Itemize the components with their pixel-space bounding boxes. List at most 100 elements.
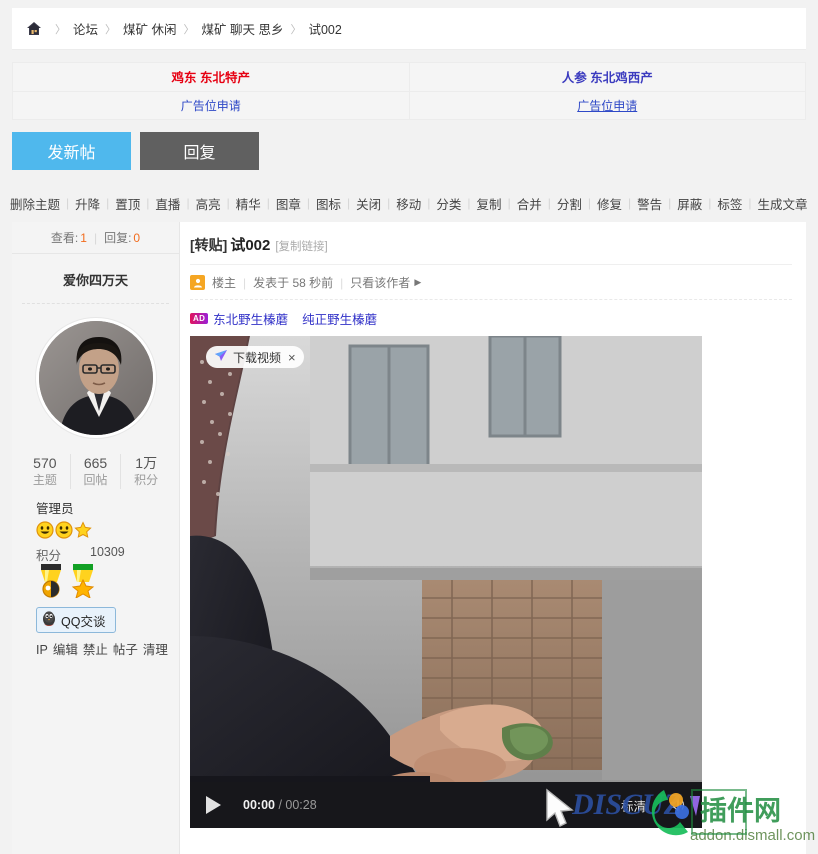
count-replies-value: 665 xyxy=(83,455,108,471)
ad-left-apply-link[interactable]: 广告位申请 xyxy=(181,97,241,114)
admin-action-14[interactable]: 修复 xyxy=(597,194,622,213)
author-op-1[interactable]: 编辑 xyxy=(53,643,78,657)
forum-thread-page: 〉 论坛 〉 煤矿 休闲 〉 煤矿 聊天 思乡 〉 试002 鸡东 东北特产 广… xyxy=(0,0,818,854)
stats-divider: | xyxy=(93,230,98,245)
download-video-pill[interactable]: 下载视频 × xyxy=(206,346,304,368)
copy-link-button[interactable]: [复制链接] xyxy=(275,241,327,253)
reply-button[interactable]: 回复 xyxy=(140,132,259,170)
author-op-0[interactable]: IP xyxy=(36,643,48,657)
admin-action-2[interactable]: 置顶 xyxy=(115,194,140,213)
author-op-4[interactable]: 清理 xyxy=(143,643,168,657)
admin-action-11[interactable]: 复制 xyxy=(477,194,502,213)
breadcrumb: 〉 论坛 〉 煤矿 休闲 〉 煤矿 聊天 思乡 〉 试002 xyxy=(12,8,806,50)
admin-action-18[interactable]: 生成文章 xyxy=(758,194,808,213)
admin-separator: | xyxy=(748,196,752,210)
admin-separator: | xyxy=(507,196,511,210)
author-sidebar: 查看: 1 | 回复: 0 爱你四万天 570 主题 665 回帖 1万 积分 … xyxy=(12,222,180,854)
play-icon[interactable] xyxy=(206,796,221,814)
admin-action-17[interactable]: 标签 xyxy=(717,194,742,213)
author-role: 管理员 xyxy=(36,502,74,516)
rank-badges xyxy=(36,520,179,542)
admin-action-10[interactable]: 分类 xyxy=(436,194,461,213)
admin-action-12[interactable]: 合并 xyxy=(517,194,542,213)
meta-separator-2: | xyxy=(340,275,344,290)
post-meta: 楼主 | 发表于 58 秒前 | 只看该作者 ▶ xyxy=(190,265,792,300)
action-buttons: 发新帖 回复 xyxy=(12,132,259,170)
admin-separator: | xyxy=(266,196,270,210)
qq-penguin-icon xyxy=(41,610,57,630)
home-icon[interactable] xyxy=(26,21,42,36)
download-video-label: 下载视频 xyxy=(233,350,282,365)
ad-banner-table: 鸡东 东北特产 广告位申请 人参 东北鸡西产 广告位申请 xyxy=(12,62,806,120)
admin-toolbar: 删除主题 | 升降 | 置顶 | 直播 | 高亮 | 精华 | 图章 | 图标 | 关闭 | 移动 | 分类 | 复制 | 合并… xyxy=(0,186,818,220)
admin-separator: | xyxy=(708,196,712,210)
admin-separator: | xyxy=(146,196,150,210)
breadcrumb-item-3[interactable]: 试002 xyxy=(308,19,341,38)
count-points-label: 积分 xyxy=(134,473,159,487)
admin-separator: | xyxy=(427,196,431,210)
new-post-button[interactable]: 发新帖 xyxy=(12,132,131,170)
admin-action-5[interactable]: 精华 xyxy=(236,194,261,213)
medal-icon-1 xyxy=(36,564,66,601)
ad-left-title[interactable]: 鸡东 东北特产 xyxy=(172,67,250,86)
admin-separator: | xyxy=(467,196,471,210)
admin-action-9[interactable]: 移动 xyxy=(396,194,421,213)
download-icon xyxy=(214,349,228,365)
thread-stats: 查看: 1 | 回复: 0 xyxy=(12,222,179,254)
replies-label: 回复: xyxy=(104,231,132,245)
ad-column-right: 人参 东北鸡西产 广告位申请 xyxy=(409,63,806,120)
star-icon xyxy=(74,520,92,542)
admin-separator: | xyxy=(387,196,391,210)
thread-body: 查看: 1 | 回复: 0 爱你四万天 570 主题 665 回帖 1万 积分 … xyxy=(12,222,806,854)
admin-action-8[interactable]: 关闭 xyxy=(356,194,381,213)
ad-right-apply-cell: 广告位申请 xyxy=(410,92,806,120)
author-counts: 570 主题 665 回帖 1万 积分 xyxy=(20,454,171,489)
close-icon[interactable]: × xyxy=(288,350,296,365)
count-replies-label: 回帖 xyxy=(83,473,108,487)
smiley-icon-2 xyxy=(55,520,73,542)
author-op-3[interactable]: 帖子 xyxy=(113,643,138,657)
author-seat-icon xyxy=(190,275,205,290)
count-points-value: 1万 xyxy=(135,455,158,471)
ad-right-apply-link[interactable]: 广告位申请 xyxy=(577,97,637,114)
admin-action-6[interactable]: 图章 xyxy=(276,194,301,213)
replies-value: 0 xyxy=(133,230,141,245)
post-content: [转贴] 试002 [复制链接] 楼主 | 发表于 58 秒前 | 只看该作者 ▶ … xyxy=(180,222,806,854)
author-username[interactable]: 爱你四万天 xyxy=(22,254,169,304)
ad-left-title-cell: 鸡东 东北特产 xyxy=(13,63,409,92)
breadcrumb-item-2[interactable]: 煤矿 聊天 思乡 xyxy=(202,19,284,38)
count-replies: 665 回帖 xyxy=(71,454,122,489)
admin-separator: | xyxy=(226,196,230,210)
only-author-link[interactable]: 只看该作者 xyxy=(350,274,410,291)
post-tag: [转贴] xyxy=(190,237,228,253)
breadcrumb-item-0[interactable]: 论坛 xyxy=(73,19,98,38)
inline-ad-link-0[interactable]: 东北野生榛蘑 xyxy=(213,309,288,328)
post-time: 发表于 58 秒前 xyxy=(253,276,334,290)
admin-action-16[interactable]: 屏蔽 xyxy=(677,194,702,213)
admin-action-1[interactable]: 升降 xyxy=(75,194,100,213)
ad-column-left: 鸡东 东北特产 广告位申请 xyxy=(13,63,410,119)
ad-badge: AD xyxy=(190,313,209,324)
admin-action-0[interactable]: 删除主题 xyxy=(10,194,60,213)
video-player[interactable]: 下载视频 × 00:00 / 00:28 标清 xyxy=(190,336,702,828)
admin-action-4[interactable]: 高亮 xyxy=(196,194,221,213)
smiley-icon-1 xyxy=(36,520,54,542)
inline-ad-link-1[interactable]: 纯正野生榛蘑 xyxy=(302,309,377,328)
qq-chat-button[interactable]: QQ交谈 xyxy=(36,607,116,633)
video-quality-selector[interactable]: 标清 xyxy=(621,796,646,815)
author-op-2[interactable]: 禁止 xyxy=(83,643,108,657)
ad-right-title[interactable]: 人参 东北鸡西产 xyxy=(562,67,653,86)
admin-action-13[interactable]: 分割 xyxy=(557,194,582,213)
admin-separator: | xyxy=(627,196,632,210)
breadcrumb-item-1[interactable]: 煤矿 休闲 xyxy=(123,19,176,38)
caret-right-icon[interactable]: ▶ xyxy=(414,277,421,288)
inline-ad-row: AD 东北野生榛蘑 纯正野生榛蘑 xyxy=(190,300,792,334)
author-operations: IP 编辑 禁止 帖子 清理 xyxy=(36,639,179,658)
admin-action-3[interactable]: 直播 xyxy=(155,194,180,213)
admin-action-7[interactable]: 图标 xyxy=(316,194,341,213)
admin-action-15[interactable]: 警告 xyxy=(637,194,662,213)
points-row: 积分 10309 xyxy=(36,545,179,564)
avatar[interactable] xyxy=(35,318,156,438)
admin-separator: | xyxy=(106,196,110,210)
volume-icon[interactable] xyxy=(668,796,686,814)
